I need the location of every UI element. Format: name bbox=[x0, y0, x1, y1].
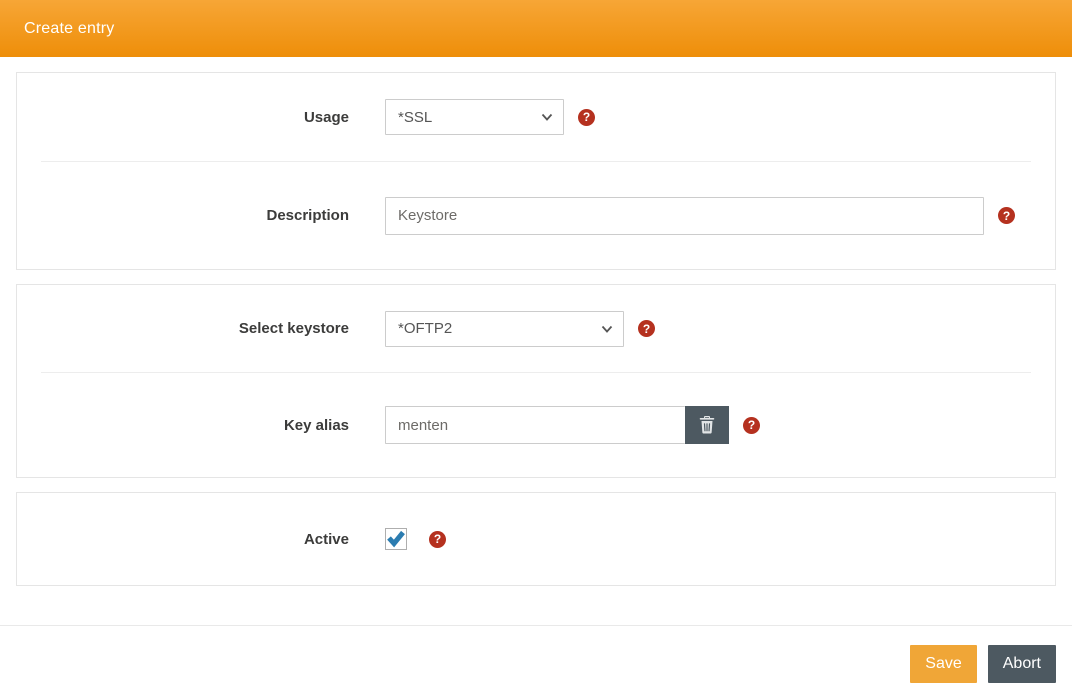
form-content: Usage *SSL ? Description ? Select keysto… bbox=[0, 57, 1072, 683]
description-label: Description bbox=[41, 207, 349, 224]
save-button[interactable]: Save bbox=[910, 645, 976, 683]
key-alias-input-group bbox=[385, 406, 729, 444]
active-checkbox[interactable] bbox=[385, 528, 407, 550]
trash-icon bbox=[699, 416, 715, 434]
key-alias-row: Key alias ? bbox=[17, 373, 1055, 477]
keystore-select[interactable]: *OFTP2 bbox=[385, 311, 624, 347]
checkmark-icon bbox=[386, 530, 406, 548]
description-row: Description ? bbox=[17, 162, 1055, 269]
panel-keystore: Select keystore *OFTP2 ? Key alias bbox=[16, 284, 1056, 478]
usage-row: Usage *SSL ? bbox=[17, 73, 1055, 161]
keystore-help-icon[interactable]: ? bbox=[638, 320, 655, 337]
description-input[interactable] bbox=[385, 197, 984, 235]
footer-actions: Save Abort bbox=[0, 625, 1072, 683]
delete-key-alias-button[interactable] bbox=[685, 406, 729, 444]
keystore-row: Select keystore *OFTP2 ? bbox=[17, 285, 1055, 372]
usage-select[interactable]: *SSL bbox=[385, 99, 564, 135]
keystore-select-value: *OFTP2 bbox=[398, 320, 452, 337]
keystore-label: Select keystore bbox=[41, 320, 349, 337]
usage-help-icon[interactable]: ? bbox=[578, 109, 595, 126]
active-help-icon[interactable]: ? bbox=[429, 531, 446, 548]
key-alias-label: Key alias bbox=[41, 417, 349, 434]
panel-active: Active ? bbox=[16, 492, 1056, 586]
header-bar: Create entry bbox=[0, 0, 1072, 57]
usage-select-value: *SSL bbox=[398, 109, 432, 126]
chevron-down-icon bbox=[601, 324, 613, 334]
key-alias-input[interactable] bbox=[385, 406, 685, 444]
active-row: Active ? bbox=[17, 493, 1055, 585]
chevron-down-icon bbox=[541, 112, 553, 122]
abort-button[interactable]: Abort bbox=[988, 645, 1056, 683]
active-label: Active bbox=[41, 531, 349, 548]
usage-label: Usage bbox=[41, 109, 349, 126]
description-help-icon[interactable]: ? bbox=[998, 207, 1015, 224]
key-alias-help-icon[interactable]: ? bbox=[743, 417, 760, 434]
panel-general: Usage *SSL ? Description ? bbox=[16, 72, 1056, 270]
page-title: Create entry bbox=[24, 20, 114, 38]
